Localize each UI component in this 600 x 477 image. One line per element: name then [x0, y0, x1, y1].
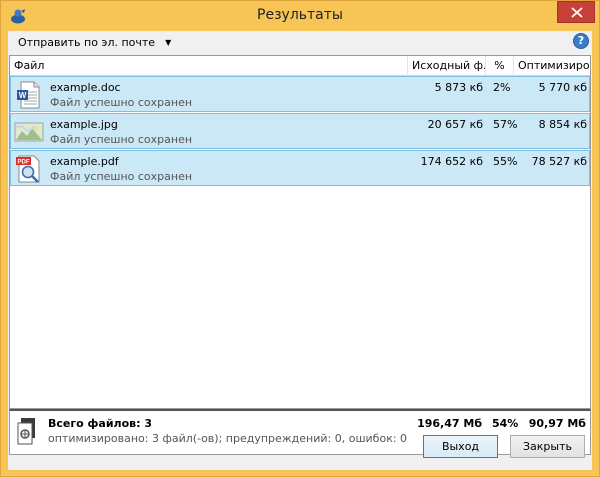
summary-percent: 54%: [492, 417, 519, 430]
chevron-down-icon: ▼: [165, 38, 172, 47]
optimized-size: 78 527 кб: [531, 155, 587, 168]
summary-panel: Всего файлов: 3 оптимизировано: 3 файл(-…: [9, 409, 591, 455]
window-close-button[interactable]: [557, 1, 595, 23]
file-name: example.pdf: [50, 155, 119, 168]
summary-subtitle: оптимизировано: 3 файл(-ов); предупрежде…: [48, 432, 408, 445]
file-status: Файл успешно сохранен: [50, 96, 193, 109]
list-header: Файл Исходный ф... % Оптимизиро...: [10, 56, 590, 76]
svg-text:W: W: [19, 91, 27, 100]
percent-value: 57%: [493, 118, 518, 131]
files-summary-icon: [17, 418, 35, 445]
dialog-body: Отправить по эл. почте ▼ ? Файл Исходный …: [8, 31, 592, 470]
column-header-file[interactable]: Файл: [10, 56, 408, 76]
window-title: Результаты: [257, 7, 343, 23]
summary-title: Всего файлов: 3: [48, 417, 153, 430]
summary-optimized-size: 90,97 Мб: [528, 417, 586, 430]
help-icon[interactable]: ?: [573, 33, 589, 49]
table-row[interactable]: W example.doc Файл успешно сохранен 5 87…: [10, 76, 590, 112]
send-email-button[interactable]: Отправить по эл. почте ▼: [18, 35, 171, 51]
results-window: Результаты Отправить по эл. почте ▼ ? Фай…: [0, 0, 600, 477]
exit-button[interactable]: Выход: [423, 435, 498, 458]
close-button[interactable]: Закрыть: [510, 435, 585, 458]
send-email-label: Отправить по эл. почте: [18, 36, 156, 49]
column-header-percent[interactable]: %: [486, 56, 514, 76]
pdf-file-icon: PDF: [16, 155, 40, 183]
percent-value: 2%: [493, 81, 511, 94]
column-header-optimized[interactable]: Оптимизиро...: [514, 56, 590, 76]
file-name: example.jpg: [50, 118, 118, 131]
word-document-icon: W: [17, 81, 40, 109]
toolbar: Отправить по эл. почте ▼ ?: [8, 31, 592, 55]
svg-text:PDF: PDF: [18, 160, 30, 166]
original-size: 5 873 кб: [434, 81, 483, 94]
image-file-icon: [14, 122, 44, 142]
percent-value: 55%: [493, 155, 518, 168]
original-size: 174 652 кб: [420, 155, 483, 168]
table-row[interactable]: example.jpg Файл успешно сохранен 20 657…: [10, 113, 590, 149]
file-status: Файл успешно сохранен: [50, 133, 193, 146]
table-row[interactable]: PDF example.pdf Файл успешно сохранен 17…: [10, 150, 590, 186]
file-name: example.doc: [50, 81, 121, 94]
close-icon: [571, 7, 583, 18]
summary-original-size: 196,47 Мб: [417, 417, 482, 430]
file-status: Файл успешно сохранен: [50, 170, 193, 183]
column-header-original[interactable]: Исходный ф...: [408, 56, 486, 76]
original-size: 20 657 кб: [427, 118, 483, 131]
results-list[interactable]: Файл Исходный ф... % Оптимизиро... W exa…: [9, 55, 591, 409]
optimized-size: 8 854 кб: [538, 118, 587, 131]
optimized-size: 5 770 кб: [538, 81, 587, 94]
title-bar[interactable]: Результаты: [1, 1, 599, 31]
